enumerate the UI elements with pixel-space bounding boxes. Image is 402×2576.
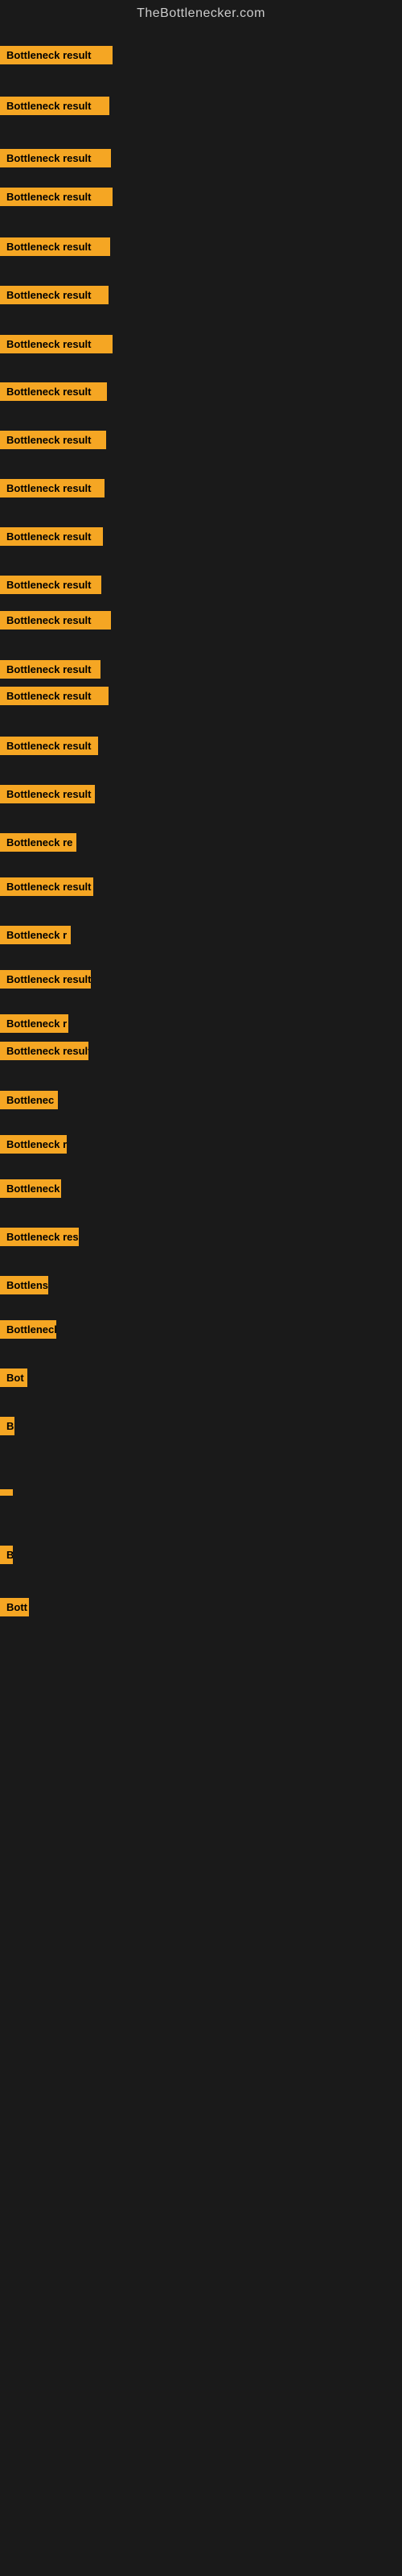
bottleneck-result-item[interactable]: Bottleneck r: [0, 1135, 67, 1154]
bottleneck-result-item[interactable]: Bottleneck r: [0, 926, 71, 944]
bottleneck-result-item[interactable]: Bottleneck result: [0, 785, 95, 803]
bottleneck-result-item[interactable]: B: [0, 1417, 14, 1435]
bottleneck-result-item[interactable]: Bottleneck result: [0, 877, 93, 896]
bottleneck-result-item[interactable]: Bottleneck result: [0, 527, 103, 546]
bottleneck-result-item[interactable]: Bot: [0, 1368, 27, 1387]
bottleneck-result-item[interactable]: Bottleneck result: [0, 611, 111, 630]
bottleneck-result-item[interactable]: Bottleneck result: [0, 237, 110, 256]
bottleneck-result-item[interactable]: Bottlens: [0, 1276, 48, 1294]
bottleneck-result-item[interactable]: Bottleneck result: [0, 660, 100, 679]
bottleneck-result-item[interactable]: Bottleneck result: [0, 687, 109, 705]
bottleneck-result-item[interactable]: Bottleneck result: [0, 970, 91, 989]
bottleneck-result-item[interactable]: Bottleneck result: [0, 737, 98, 755]
site-title: TheBottlenecker.com: [0, 0, 402, 27]
bottleneck-result-item[interactable]: Bottleneck res: [0, 1228, 79, 1246]
bottleneck-result-item[interactable]: Bott: [0, 1598, 29, 1616]
bottleneck-result-item[interactable]: Bottleneck result: [0, 46, 113, 64]
bottleneck-result-item[interactable]: Bottleneck r: [0, 1014, 68, 1033]
bottleneck-result-item[interactable]: [0, 1489, 13, 1496]
bottleneck-result-item[interactable]: Bottleneck result: [0, 97, 109, 115]
bottleneck-result-item[interactable]: Bottleneck: [0, 1320, 56, 1339]
bottleneck-result-item[interactable]: Bottleneck result: [0, 188, 113, 206]
bottleneck-result-item[interactable]: Bottleneck re: [0, 833, 76, 852]
bottleneck-result-item[interactable]: Bottleneck result: [0, 479, 105, 497]
bottleneck-result-item[interactable]: Bottlenec: [0, 1091, 58, 1109]
bottleneck-result-item[interactable]: Bottleneck result: [0, 286, 109, 304]
bottleneck-result-item[interactable]: Bottleneck result: [0, 149, 111, 167]
bottleneck-result-item[interactable]: Bottleneck: [0, 1179, 61, 1198]
bottleneck-result-item[interactable]: Bottleneck result: [0, 431, 106, 449]
bottleneck-result-item[interactable]: Bottleneck result: [0, 335, 113, 353]
bottleneck-result-item[interactable]: Bottleneck result: [0, 576, 101, 594]
bottleneck-result-item[interactable]: B: [0, 1546, 13, 1564]
bottleneck-result-item[interactable]: Bottleneck result: [0, 382, 107, 401]
bottleneck-result-item[interactable]: Bottleneck result: [0, 1042, 88, 1060]
